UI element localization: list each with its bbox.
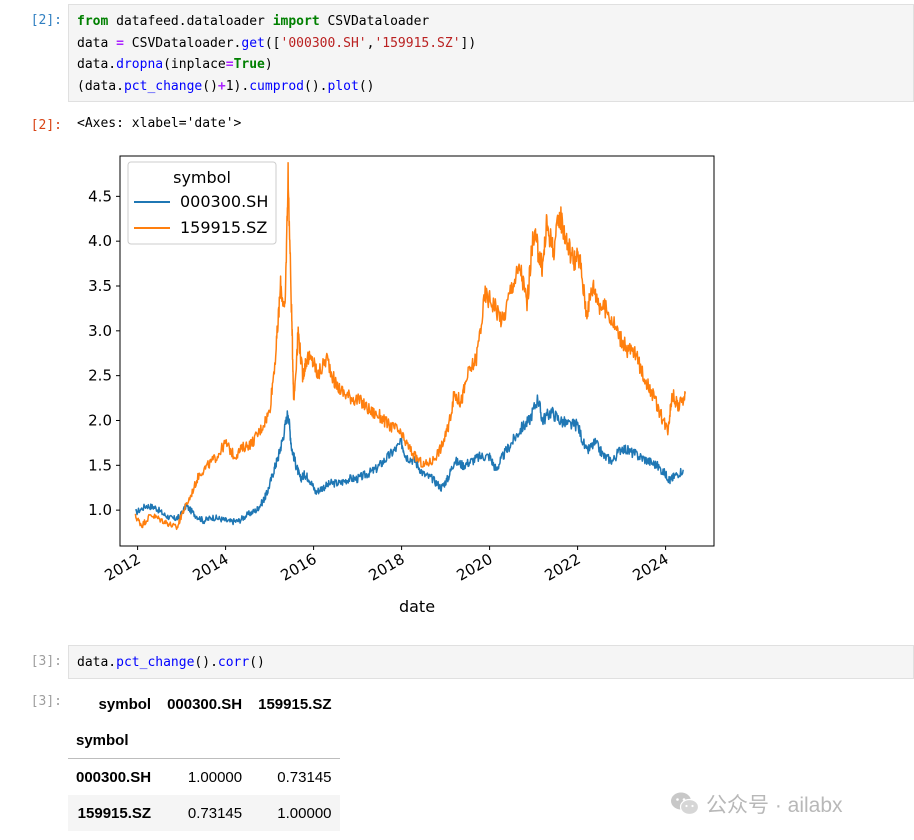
table-columns-label: symbol	[98, 695, 152, 713]
table-header-row: symbol 000300.SH 159915.SZ	[68, 686, 340, 722]
code-token: ([	[264, 35, 281, 51]
code-token: plot	[327, 78, 359, 94]
table-row-index: 000300.SH	[76, 768, 152, 786]
table-cell: 0.73145	[187, 804, 243, 822]
axes-repr-output: <Axes: xlabel='date'>	[77, 116, 242, 131]
code-token: CSVDataloader	[319, 14, 430, 29]
code-token: pct_change	[116, 655, 195, 670]
y-tick-label: 3.0	[88, 322, 112, 340]
x-tick-label: 2012	[102, 550, 144, 585]
code-token: import	[272, 14, 320, 29]
code-token: 1).	[225, 78, 250, 94]
y-tick-label: 2.5	[88, 367, 112, 385]
table-cell: 1.00000	[187, 768, 243, 786]
table-index-label: symbol	[68, 722, 160, 759]
code-token: get	[241, 35, 265, 51]
code-token: CSVDataloader.	[123, 35, 242, 51]
table-row: 159915.SZ 0.73145 1.00000	[68, 795, 340, 831]
table-cell: 1.00000	[277, 804, 332, 822]
code-token: (inplace	[163, 57, 226, 72]
code-token: data.	[77, 655, 117, 670]
code-token: data.	[77, 57, 117, 72]
code-line: (data.pct_change()+1).cumprod().plot()	[77, 76, 905, 98]
code-cell-3[interactable]: data.pct_change().corr()	[68, 645, 914, 679]
code-token: from	[77, 14, 109, 29]
table-row-index: 159915.SZ	[77, 804, 152, 822]
x-tick-label: 2016	[278, 550, 320, 585]
code-line: data = CSVDataloader.get(['000300.SH','1…	[77, 33, 905, 55]
code-token: '159915.SZ'	[374, 35, 461, 51]
code-token: )	[264, 57, 273, 72]
code-token: ])	[460, 35, 477, 51]
y-tick-label: 2.0	[88, 411, 112, 429]
cell-3-output-prompt: [3]:	[30, 694, 62, 709]
code-token: =	[116, 35, 124, 51]
cell-2-output-prompt: [2]:	[30, 118, 62, 133]
code-line: from datafeed.dataloader import CSVDatal…	[77, 11, 905, 33]
code-token: (data.	[77, 78, 124, 94]
code-token: cumprod	[249, 78, 305, 94]
code-token: ().	[304, 78, 328, 94]
legend-entry: 159915.SZ	[180, 218, 267, 237]
y-tick-label: 4.0	[88, 232, 112, 250]
x-tick-label: 2014	[190, 550, 232, 585]
table-col-header: 159915.SZ	[258, 695, 332, 713]
correlation-table: symbol 000300.SH 159915.SZ symbol 000300…	[68, 686, 340, 831]
x-axis-label: date	[399, 597, 435, 616]
code-token: corr	[217, 655, 250, 670]
table-cell: 0.73145	[277, 768, 332, 786]
code-line: data.pct_change().corr()	[77, 652, 905, 674]
code-token: '000300.SH'	[280, 35, 367, 51]
code-line: data.dropna(inplace=True)	[77, 54, 905, 76]
y-tick-label: 1.0	[88, 501, 112, 519]
code-token: datafeed.dataloader	[108, 14, 273, 29]
y-tick-label: 4.5	[88, 187, 112, 205]
y-tick-label: 1.5	[88, 456, 112, 474]
cumulative-return-chart: 1.0 1.5 2.0 2.5 3.0 3.5 4.0 4.5 2012 2014 2016 2018…	[88, 155, 715, 616]
table-row: 000300.SH 1.00000 0.73145	[68, 758, 340, 795]
code-token: =	[225, 57, 234, 72]
code-token: ().	[194, 655, 218, 670]
y-tick-label: 3.5	[88, 277, 112, 295]
watermark-text: 公众号 · ailabx	[706, 794, 843, 817]
watermark: 公众号 · ailabx	[670, 789, 843, 819]
x-tick-label: 2020	[454, 550, 496, 585]
code-token: data	[77, 35, 117, 51]
table-col-header: 000300.SH	[167, 695, 243, 713]
code-cell-2[interactable]: from datafeed.dataloader import CSVDatal…	[68, 4, 914, 102]
x-tick-label: 2024	[630, 550, 672, 585]
cell-2-input-prompt: [2]:	[30, 13, 62, 28]
code-token: ()	[202, 78, 218, 94]
code-token: ()	[249, 655, 265, 670]
code-token: dropna	[116, 57, 164, 72]
code-token: pct_change	[123, 78, 203, 94]
cell-3-input-prompt: [3]:	[30, 654, 62, 669]
table-index-name-row: symbol	[68, 722, 340, 759]
legend-entry: 000300.SH	[180, 192, 268, 211]
code-token: ()	[358, 78, 375, 94]
code-token: True	[233, 57, 265, 72]
x-tick-label: 2022	[542, 550, 584, 585]
wechat-icon	[671, 792, 700, 816]
legend-title: symbol	[173, 168, 231, 187]
x-tick-label: 2018	[366, 550, 408, 585]
code-token: +	[217, 78, 226, 94]
